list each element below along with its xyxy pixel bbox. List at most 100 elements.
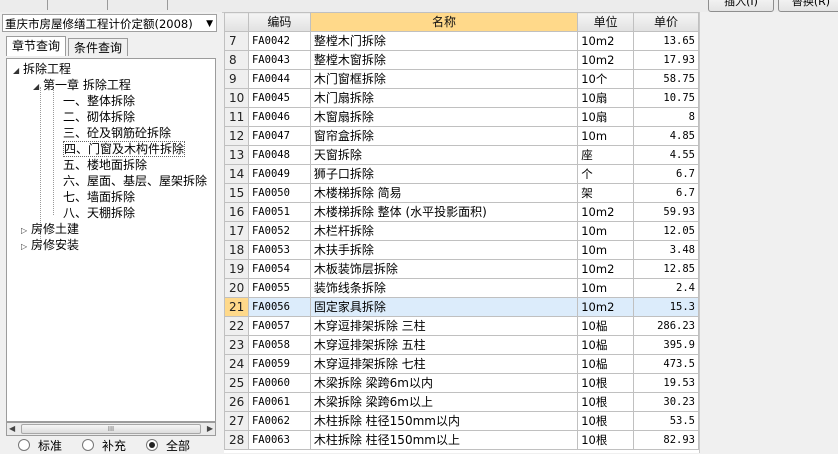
- code-cell[interactable]: FA0047: [247, 126, 311, 146]
- insert-button[interactable]: 插入(I): [708, 0, 774, 12]
- table-row[interactable]: 19 FA0054 木板装饰层拆除 10m2 12.85: [224, 259, 699, 279]
- name-cell[interactable]: 固定家具拆除: [309, 297, 579, 317]
- unit-cell[interactable]: 座: [577, 145, 635, 165]
- scroll-thumb[interactable]: III: [21, 424, 201, 434]
- row-number-cell[interactable]: 16: [224, 202, 249, 222]
- price-cell[interactable]: 13.65: [633, 31, 699, 51]
- table-row[interactable]: 25 FA0060 木梁拆除 梁跨6m以内 10根 19.53: [224, 373, 699, 393]
- table-row[interactable]: 24 FA0059 木穿逗排架拆除 七柱 10榀 473.5: [224, 354, 699, 374]
- table-row[interactable]: 18 FA0053 木扶手拆除 10m 3.48: [224, 240, 699, 260]
- name-cell[interactable]: 木扶手拆除: [309, 240, 579, 260]
- table-row[interactable]: 28 FA0063 木柱拆除 柱径150mm以上 10根 82.93: [224, 430, 699, 450]
- column-header-price[interactable]: 单价: [633, 12, 699, 32]
- collapsed-arrow-icon[interactable]: ▷: [21, 239, 31, 254]
- table-row[interactable]: 17 FA0052 木栏杆拆除 10m 12.05: [224, 221, 699, 241]
- code-cell[interactable]: FA0055: [247, 278, 311, 298]
- dropdown-arrow-icon[interactable]: ▼: [206, 15, 213, 31]
- unit-cell[interactable]: 10根: [577, 392, 635, 412]
- price-cell[interactable]: 12.05: [633, 221, 699, 241]
- name-cell[interactable]: 木穿逗排架拆除 五柱: [309, 335, 579, 355]
- price-cell[interactable]: 58.75: [633, 69, 699, 89]
- table-row[interactable]: 13 FA0048 天窗拆除座 4.55: [224, 145, 699, 165]
- row-number-cell[interactable]: 9: [224, 69, 249, 89]
- unit-cell[interactable]: 10根: [577, 411, 635, 431]
- table-row[interactable]: 23 FA0058 木穿逗排架拆除 五柱 10榀 395.9: [224, 335, 699, 355]
- tree-node-root[interactable]: ◢ 拆除工程: [13, 62, 71, 77]
- name-cell[interactable]: 整樘木窗拆除: [309, 50, 579, 70]
- price-cell[interactable]: 6.7: [633, 183, 699, 203]
- price-cell[interactable]: 12.85: [633, 259, 699, 279]
- table-row[interactable]: 22 FA0057 木穿逗排架拆除 三柱 10榀 286.23: [224, 316, 699, 336]
- table-row[interactable]: 8 FA0043 整樘木窗拆除 10m2 17.93: [224, 50, 699, 70]
- row-number-cell[interactable]: 21: [224, 297, 249, 317]
- row-number-cell[interactable]: 26: [224, 392, 249, 412]
- price-cell[interactable]: 3.48: [633, 240, 699, 260]
- row-number-cell[interactable]: 28: [224, 430, 249, 450]
- price-cell[interactable]: 8: [633, 107, 699, 127]
- price-cell[interactable]: 53.5: [633, 411, 699, 431]
- code-cell[interactable]: FA0043: [247, 50, 311, 70]
- unit-cell[interactable]: 10m2: [577, 259, 635, 279]
- code-cell[interactable]: FA0044: [247, 69, 311, 89]
- radio-circle-icon[interactable]: [146, 439, 158, 451]
- unit-cell[interactable]: 10m2: [577, 31, 635, 51]
- price-cell[interactable]: 473.5: [633, 354, 699, 374]
- row-number-cell[interactable]: 27: [224, 411, 249, 431]
- row-number-cell[interactable]: 20: [224, 278, 249, 298]
- row-number-cell[interactable]: 13: [224, 145, 249, 165]
- row-number-cell[interactable]: 8: [224, 50, 249, 70]
- table-row[interactable]: 15 FA0050 木楼梯拆除 简易架 6.7: [224, 183, 699, 203]
- unit-cell[interactable]: 个: [577, 164, 635, 184]
- unit-cell[interactable]: 10榀: [577, 316, 635, 336]
- radio-circle-icon[interactable]: [82, 439, 94, 451]
- code-cell[interactable]: FA0060: [247, 373, 311, 393]
- table-row[interactable]: 16 FA0051 木楼梯拆除 整体 (水平投影面积) 10m2 59.93: [224, 202, 699, 222]
- scroll-right-icon[interactable]: ▶: [207, 423, 213, 435]
- tab-condition-query[interactable]: 条件查询: [68, 38, 128, 56]
- name-cell[interactable]: 装饰线条拆除: [309, 278, 579, 298]
- code-cell[interactable]: FA0051: [247, 202, 311, 222]
- name-cell[interactable]: 木楼梯拆除 整体 (水平投影面积): [309, 202, 579, 222]
- price-cell[interactable]: 286.23: [633, 316, 699, 336]
- price-cell[interactable]: 4.55: [633, 145, 699, 165]
- code-cell[interactable]: FA0057: [247, 316, 311, 336]
- table-row[interactable]: 9 FA0044 木门窗框拆除 10个 58.75: [224, 69, 699, 89]
- column-header-code[interactable]: 编码: [247, 12, 311, 32]
- code-cell[interactable]: FA0049: [247, 164, 311, 184]
- tree-node-chapter[interactable]: ◢ 第一章 拆除工程: [33, 78, 131, 93]
- row-number-cell[interactable]: 25: [224, 373, 249, 393]
- name-cell[interactable]: 木窗扇拆除: [309, 107, 579, 127]
- name-cell[interactable]: 木梁拆除 梁跨6m以上: [309, 392, 579, 412]
- table-row[interactable]: 7 FA0042 整樘木门拆除 10m2 13.65: [224, 31, 699, 51]
- table-row[interactable]: 14 FA0049 狮子口拆除个 6.7: [224, 164, 699, 184]
- quota-library-select[interactable]: 重庆市房屋修缮工程计价定额(2008) ▼: [2, 14, 217, 32]
- name-cell[interactable]: 木梁拆除 梁跨6m以内: [309, 373, 579, 393]
- unit-cell[interactable]: 10个: [577, 69, 635, 89]
- column-header-name[interactable]: 名称: [309, 12, 579, 32]
- row-number-cell[interactable]: 7: [224, 31, 249, 51]
- price-cell[interactable]: 2.4: [633, 278, 699, 298]
- table-row[interactable]: 12 FA0047 窗帘盒拆除 10m 4.85: [224, 126, 699, 146]
- tree-node-section[interactable]: 二、砌体拆除: [63, 110, 135, 125]
- price-cell[interactable]: 15.3: [633, 297, 699, 317]
- name-cell[interactable]: 木门扇拆除: [309, 88, 579, 108]
- name-cell[interactable]: 天窗拆除: [309, 145, 579, 165]
- price-cell[interactable]: 6.7: [633, 164, 699, 184]
- table-row[interactable]: 20 FA0055 装饰线条拆除 10m 2.4: [224, 278, 699, 298]
- unit-cell[interactable]: 架: [577, 183, 635, 203]
- row-number-cell[interactable]: 14: [224, 164, 249, 184]
- table-row[interactable]: 11 FA0046 木窗扇拆除 10扇 8: [224, 107, 699, 127]
- price-cell[interactable]: 19.53: [633, 373, 699, 393]
- unit-cell[interactable]: 10扇: [577, 107, 635, 127]
- unit-cell[interactable]: 10m2: [577, 297, 635, 317]
- unit-cell[interactable]: 10根: [577, 430, 635, 450]
- radio-supplement[interactable]: 补充: [82, 438, 126, 454]
- unit-cell[interactable]: 10m2: [577, 202, 635, 222]
- scroll-left-icon[interactable]: ◀: [9, 423, 15, 435]
- column-header-unit[interactable]: 单位: [577, 12, 635, 32]
- unit-cell[interactable]: 10根: [577, 373, 635, 393]
- tree-node-section[interactable]: 三、砼及钢筋砼拆除: [63, 126, 171, 141]
- row-number-cell[interactable]: 18: [224, 240, 249, 260]
- unit-cell[interactable]: 10m: [577, 126, 635, 146]
- tree-node-repair-install[interactable]: ▷ 房修安装: [21, 238, 79, 253]
